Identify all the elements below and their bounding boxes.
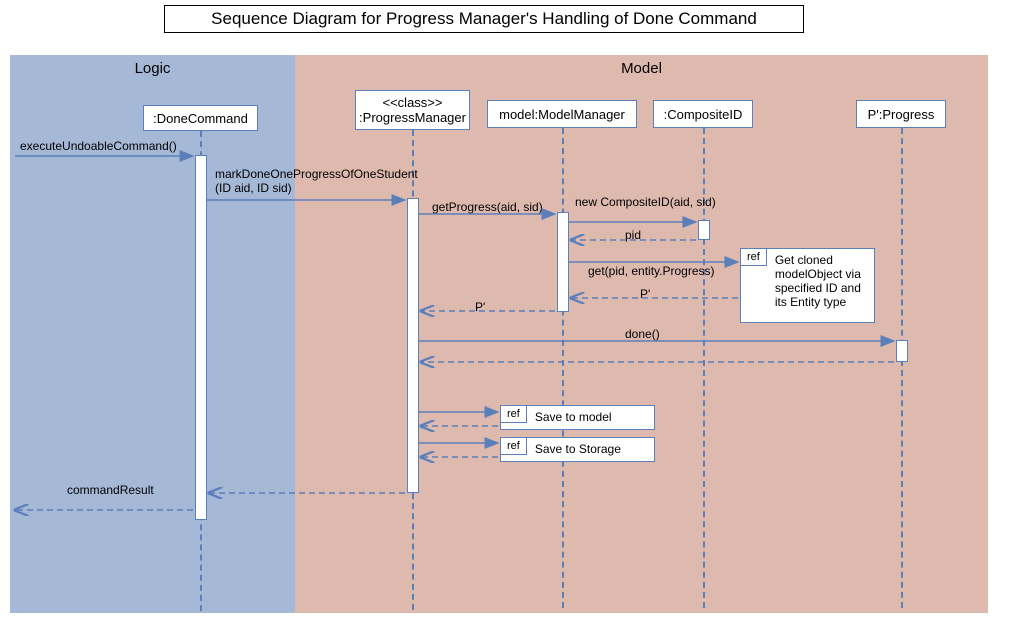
arrow-layer xyxy=(0,0,1013,633)
